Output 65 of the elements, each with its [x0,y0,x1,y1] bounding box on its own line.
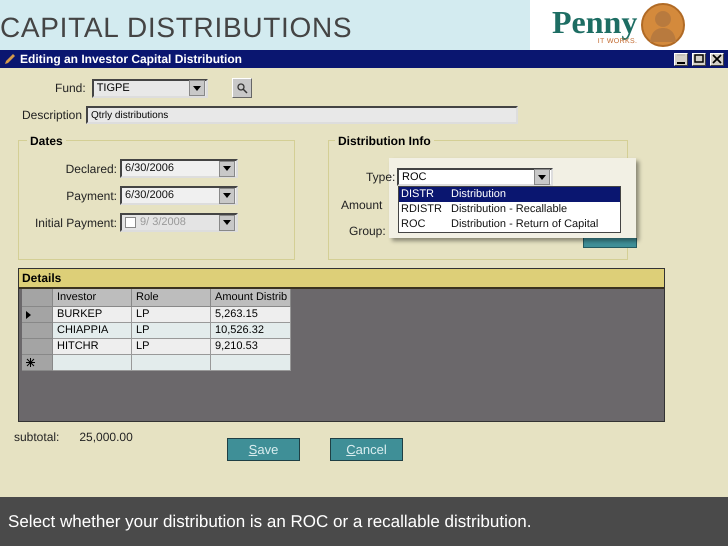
current-row-icon [26,310,31,318]
table-cell: LP [132,339,211,355]
column-header[interactable]: Investor [53,289,132,307]
close-button[interactable] [710,52,724,66]
subtotal-label: subtotal: [14,429,60,446]
search-button[interactable] [232,78,252,98]
row-header-cell [22,289,53,307]
subtotal-value: 25,000.00 [79,429,133,446]
maximize-icon [693,53,705,65]
date-picker[interactable]: 6/30/2006 [120,159,238,178]
table-cell: LP [132,323,211,339]
dropdown-arrow-button[interactable] [534,169,550,185]
group-label: Group: [349,223,386,240]
caret-icon [192,86,201,90]
details-title: Details [19,269,664,289]
search-icon [236,82,248,94]
table-cell: 9,210.53 [211,339,291,355]
new-row-icon [26,358,35,367]
description-field[interactable]: Qtrly distributions [86,106,518,124]
fund-label: Fund: [55,80,86,97]
row-header-cell[interactable] [22,323,53,339]
caret-icon [223,166,231,171]
caret-icon [223,220,231,225]
window-title: Editing an Investor Capital Distribution [20,51,244,68]
slide-title: CAPITAL DISTRIBUTIONS [0,11,354,45]
table-cell: HITCHR [53,339,132,355]
coin-icon [641,3,686,47]
type-label: Type: [366,169,394,186]
type-option[interactable]: DISTR Distribution [399,187,620,202]
close-icon [711,53,723,65]
fund-value: TIGPE [96,80,131,96]
date-label: Initial Payment: [34,214,117,232]
row-header-cell[interactable] [22,355,53,371]
row-header-cell[interactable] [22,307,53,323]
table-cell: BURKEP [53,307,132,323]
type-dropdown[interactable]: ROC [397,168,553,186]
caption-bar: Select whether your distribution is an ROC or a recallable distribution. [0,497,728,546]
date-label: Payment: [66,188,117,204]
pencil-icon [4,53,16,65]
column-header[interactable]: Amount Distrib [211,289,291,307]
maximize-button[interactable] [692,52,706,66]
date-value: 6/30/2006 [125,188,175,204]
amount-label: Amount [341,197,382,214]
table-cell: LP [132,307,211,323]
date-label: Declared: [66,160,117,178]
fund-dropdown[interactable]: TIGPE [92,78,208,98]
dropdown-arrow-button[interactable] [219,214,235,230]
minimize-button[interactable] [674,52,688,66]
table-cell: 10,526.32 [211,323,291,339]
column-header[interactable]: Role [132,289,211,307]
dropdown-arrow-button[interactable] [219,160,235,176]
table-cell: 5,263.15 [211,307,291,323]
dropdown-arrow-button[interactable] [219,188,235,204]
logo-wordmark: Penny [552,6,638,38]
caret-icon [538,174,546,180]
date-picker[interactable]: 6/30/2006 [120,186,238,205]
caret-icon [223,193,231,198]
description-label: Description [22,107,82,124]
type-value: ROC [402,170,428,185]
date-value: 9/ 3/2008 [140,215,187,230]
date-value: 6/30/2006 [125,161,175,176]
dropdown-arrow-button[interactable] [188,80,205,96]
minimize-icon [675,53,687,65]
row-header-cell[interactable] [22,339,53,355]
table-cell: CHIAPPIA [53,323,132,339]
